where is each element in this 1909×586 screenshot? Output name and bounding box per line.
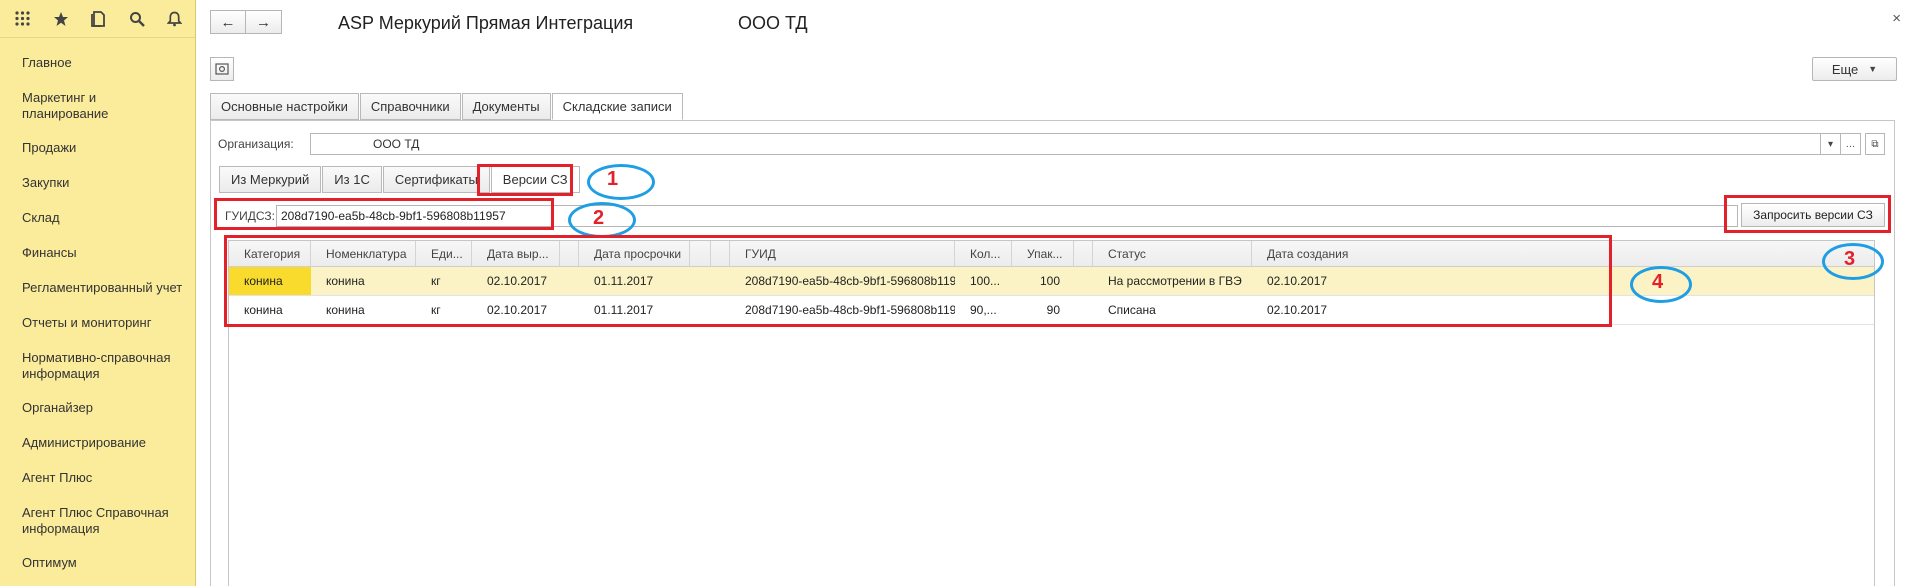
- history-nav: ← →: [210, 10, 282, 34]
- settings-button[interactable]: [210, 57, 234, 81]
- select-ellipsis-button[interactable]: …: [1841, 133, 1861, 155]
- annotation-label-2: 2: [593, 207, 605, 229]
- sidebar-nav: Главное Маркетинг и планирование Продажи…: [0, 38, 195, 581]
- open-icon[interactable]: ⧉: [1865, 133, 1885, 155]
- tab-certificates[interactable]: Сертификаты: [382, 166, 490, 193]
- annotation-label-4: 4: [1652, 271, 1664, 293]
- dropdown-arrow-icon[interactable]: ▾: [1821, 133, 1841, 155]
- main-tabs: Основные настройки Справочники Документы…: [210, 93, 684, 120]
- sidebar-item-agent-plus[interactable]: Агент Плюс: [0, 461, 195, 496]
- sidebar-item-agent-plus-reference[interactable]: Агент Плюс Справочная информация: [0, 496, 195, 546]
- organization-label: Организация:: [218, 137, 294, 151]
- tab-references[interactable]: Справочники: [359, 93, 461, 120]
- tab-main-settings[interactable]: Основные настройки: [210, 93, 359, 120]
- search-icon[interactable]: [128, 10, 145, 27]
- tab-from-1c[interactable]: Из 1С: [322, 166, 382, 193]
- bell-icon[interactable]: [166, 10, 183, 27]
- sidebar: Главное Маркетинг и планирование Продажи…: [0, 0, 196, 586]
- sidebar-item-regulated-accounting[interactable]: Регламентированный учет: [0, 271, 195, 306]
- tab-warehouse-records[interactable]: Складские записи: [551, 93, 683, 120]
- sidebar-item-reference-info[interactable]: Нормативно-справочная информация: [0, 341, 195, 391]
- star-icon[interactable]: [52, 10, 69, 27]
- sidebar-item-administration[interactable]: Администрирование: [0, 426, 195, 461]
- sidebar-item-organizer[interactable]: Органайзер: [0, 391, 195, 426]
- tab-from-mercury[interactable]: Из Меркурий: [219, 166, 322, 193]
- history-icon[interactable]: [90, 10, 107, 27]
- sidebar-item-optimum[interactable]: Оптимум: [0, 546, 195, 581]
- annotation-label-3: 3: [1844, 248, 1856, 270]
- sidebar-toolbar: [0, 0, 195, 38]
- apps-grid-icon[interactable]: [14, 10, 31, 27]
- sidebar-item-finance[interactable]: Финансы: [0, 236, 195, 271]
- tab-documents[interactable]: Документы: [461, 93, 551, 120]
- page-title: ASP Меркурий Прямая Интеграция: [338, 13, 634, 33]
- sidebar-item-warehouse[interactable]: Склад: [0, 201, 195, 236]
- sidebar-item-sales[interactable]: Продажи: [0, 131, 195, 166]
- sidebar-item-marketing[interactable]: Маркетинг и планирование: [0, 81, 195, 131]
- sidebar-item-main[interactable]: Главное: [0, 46, 195, 81]
- forward-button[interactable]: →: [246, 10, 282, 34]
- chevron-down-icon: ▼: [1868, 64, 1878, 74]
- organization-field[interactable]: ООО ТД: [310, 133, 1821, 155]
- annotation-box-1: [477, 164, 573, 196]
- page-org-title: ООО ТД: [738, 13, 808, 33]
- sidebar-item-purchases[interactable]: Закупки: [0, 166, 195, 201]
- more-button[interactable]: Еще ▼: [1812, 57, 1897, 81]
- close-icon[interactable]: ×: [1892, 10, 1901, 27]
- annotation-box-4: [224, 235, 1612, 327]
- annotation-box-3: [1724, 195, 1891, 233]
- annotation-ellipse-1: [587, 164, 655, 200]
- back-button[interactable]: ←: [210, 10, 246, 34]
- organization-row: Организация: ООО ТД ▾ … ⧉: [218, 133, 1885, 155]
- annotation-box-2: [214, 198, 554, 230]
- sidebar-item-reports[interactable]: Отчеты и мониторинг: [0, 306, 195, 341]
- annotation-label-1: 1: [607, 168, 619, 190]
- gear-icon: [215, 63, 229, 75]
- more-button-label: Еще: [1831, 61, 1859, 77]
